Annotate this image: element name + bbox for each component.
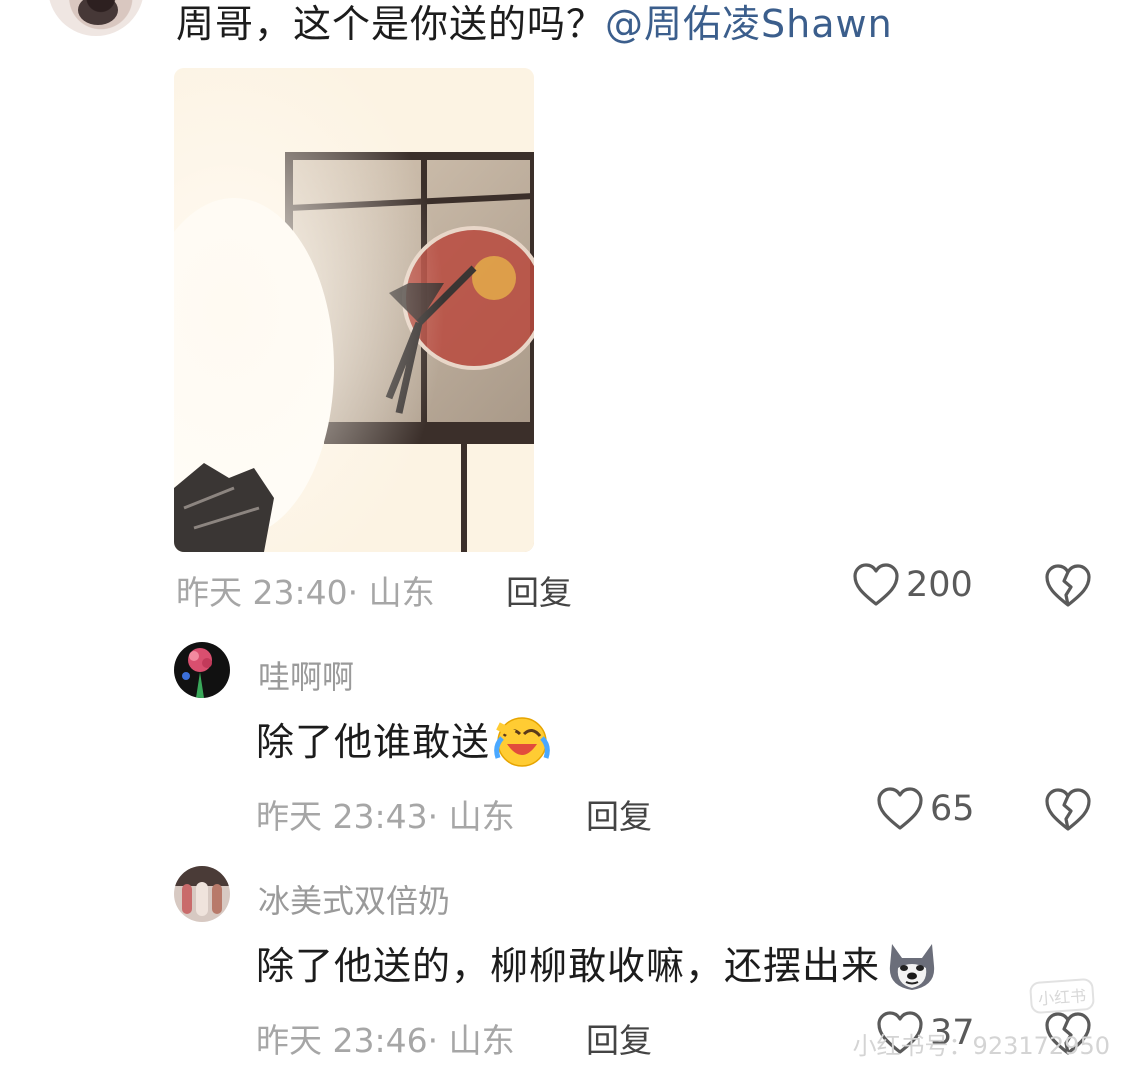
like-button[interactable]: 200 — [852, 562, 973, 608]
reply-button[interactable]: 回复 — [506, 566, 572, 614]
like-button[interactable]: 65 — [876, 786, 975, 832]
comment-meta: 昨天 23:46· 山东 — [256, 1021, 515, 1060]
like-count: 200 — [906, 565, 973, 605]
avatar[interactable] — [174, 642, 230, 698]
comment-meta: 昨天 23:40· 山东 — [176, 573, 435, 612]
broken-heart-icon[interactable] — [1044, 787, 1092, 833]
username[interactable]: 哇啊啊 — [258, 652, 354, 698]
comment-body: 周哥，这个是你送的吗？ — [176, 2, 606, 46]
comment-text: 周哥，这个是你送的吗？@周佑凌Shawn — [176, 2, 893, 46]
username[interactable]: 冰美式双倍奶 — [258, 876, 450, 922]
reply-body: 除了他送的，柳柳敢收嘛，还摆出来 — [256, 944, 881, 988]
heart-outline-icon — [852, 562, 900, 608]
comment-meta: 昨天 23:43· 山东 — [256, 797, 515, 836]
comment-photo[interactable] — [174, 68, 534, 552]
mention-link[interactable]: @周佑凌Shawn — [605, 2, 893, 46]
reply-button[interactable]: 回复 — [586, 1014, 652, 1062]
broken-heart-icon[interactable] — [1044, 563, 1092, 609]
reply-button[interactable]: 回复 — [586, 790, 652, 838]
reply-body: 除了他谁敢送 — [256, 720, 491, 764]
doge-emoji-icon — [884, 938, 940, 994]
avatar[interactable] — [48, 0, 144, 36]
avatar[interactable] — [174, 866, 230, 922]
watermark-text: 小红书号：923172950 — [852, 1032, 1110, 1060]
heart-outline-icon — [876, 786, 924, 832]
like-count: 65 — [930, 789, 975, 829]
laughing-crying-emoji-icon — [494, 714, 550, 770]
reply-text: 除了他送的，柳柳敢收嘛，还摆出来 — [256, 938, 940, 994]
reply-text: 除了他谁敢送 — [256, 714, 550, 770]
watermark-badge: 小红书 — [1028, 977, 1096, 1015]
